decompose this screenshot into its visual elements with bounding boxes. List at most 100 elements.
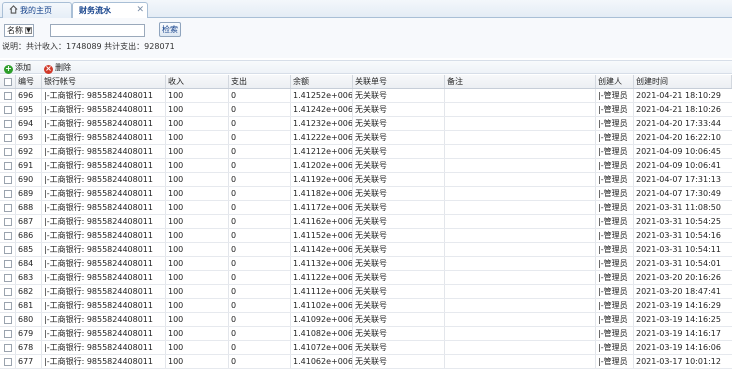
- cell-id: 688: [16, 201, 42, 214]
- field-select[interactable]: 名称 ▼: [4, 24, 34, 37]
- cell-expense: 0: [229, 215, 291, 228]
- table-row[interactable]: 683 |-工商银行: 9855824408011 100 0 1.41122e+006…: [0, 271, 732, 285]
- table-row[interactable]: 684 |-工商银行: 9855824408011 100 0 1.41132e+006…: [0, 257, 732, 271]
- row-checkbox[interactable]: [4, 316, 12, 324]
- cell-creator: |-管理员: [596, 117, 634, 130]
- cell-note: [445, 285, 596, 298]
- cell-created-time: 2021-03-17 10:01:12: [636, 357, 721, 366]
- cell-expense: 0: [229, 313, 291, 326]
- column-header-note[interactable]: 备注: [445, 75, 596, 88]
- cell-note: [445, 103, 596, 116]
- cell-income: 100: [166, 103, 229, 116]
- cell-id: 678: [16, 341, 42, 354]
- table-row[interactable]: 678 |-工商银行: 9855824408011 100 0 1.41072e+006…: [0, 341, 732, 355]
- row-checkbox[interactable]: [4, 344, 12, 352]
- row-checkbox[interactable]: [4, 106, 12, 114]
- close-icon[interactable]: ✕: [136, 3, 144, 18]
- cell-bank-account: |-工商银行: 9855824408011: [42, 131, 166, 144]
- table-row[interactable]: 685 |-工商银行: 9855824408011 100 0 1.41142e+006…: [0, 243, 732, 257]
- row-checkbox-cell: [0, 159, 16, 172]
- cell-bank-account: |-工商银行: 9855824408011: [42, 327, 166, 340]
- cell-expense: 0: [229, 187, 291, 200]
- row-checkbox[interactable]: [4, 190, 12, 198]
- cell-income: 100: [166, 299, 229, 312]
- cell-expense: 0: [229, 229, 291, 242]
- row-checkbox[interactable]: [4, 260, 12, 268]
- column-header-time[interactable]: 创建时间: [634, 75, 732, 88]
- add-label: 添加: [15, 63, 31, 72]
- row-checkbox[interactable]: [4, 176, 12, 184]
- cell-id: 687: [16, 215, 42, 228]
- row-checkbox[interactable]: [4, 120, 12, 128]
- row-checkbox-cell: [0, 201, 16, 214]
- row-checkbox[interactable]: [4, 330, 12, 338]
- cell-balance: 1.41192e+006: [293, 173, 353, 186]
- row-checkbox[interactable]: [4, 92, 12, 100]
- chevron-down-icon[interactable]: ▼: [25, 27, 32, 34]
- table-row[interactable]: 693 |-工商银行: 9855824408011 100 0 1.41222e+006…: [0, 131, 732, 145]
- column-header-id[interactable]: 编号: [16, 75, 42, 88]
- select-all-checkbox[interactable]: [4, 78, 12, 86]
- table-row[interactable]: 682 |-工商银行: 9855824408011 100 0 1.41112e+006…: [0, 285, 732, 299]
- cell-expense: 0: [229, 117, 291, 130]
- table-row[interactable]: 694 |-工商银行: 9855824408011 100 0 1.41232e+006…: [0, 117, 732, 131]
- row-checkbox[interactable]: [4, 302, 12, 310]
- search-button[interactable]: 检索: [159, 22, 181, 37]
- row-checkbox-cell: [0, 355, 16, 368]
- table-row[interactable]: 690 |-工商银行: 9855824408011 100 0 1.41192e+006…: [0, 173, 732, 187]
- table-row[interactable]: 692 |-工商银行: 9855824408011 100 0 1.41212e+006…: [0, 145, 732, 159]
- row-checkbox[interactable]: [4, 204, 12, 212]
- column-header-expense[interactable]: 支出: [229, 75, 291, 88]
- table-row[interactable]: 691 |-工商银行: 9855824408011 100 0 1.41202e+006…: [0, 159, 732, 173]
- table-row[interactable]: 687 |-工商银行: 9855824408011 100 0 1.41162e+006…: [0, 215, 732, 229]
- table-row[interactable]: 681 |-工商银行: 9855824408011 100 0 1.41102e+006…: [0, 299, 732, 313]
- row-checkbox[interactable]: [4, 232, 12, 240]
- cell-created-time: 2021-04-21 18:10:26: [636, 105, 721, 114]
- cell-related-no: 无关联号: [353, 159, 445, 172]
- cell-note: [445, 257, 596, 270]
- table-row[interactable]: 677 |-工商银行: 9855824408011 100 0 1.41062e+006…: [0, 355, 732, 369]
- row-checkbox-cell: [0, 257, 16, 270]
- row-checkbox[interactable]: [4, 358, 12, 366]
- column-header-income[interactable]: 收入: [166, 75, 229, 88]
- column-header-creator[interactable]: 创建人: [596, 75, 634, 88]
- cell-id: 681: [16, 299, 42, 312]
- tab-finance-flow-label: 财务流水: [79, 6, 111, 15]
- row-checkbox[interactable]: [4, 218, 12, 226]
- row-checkbox[interactable]: [4, 148, 12, 156]
- column-header-related[interactable]: 关联单号: [353, 75, 445, 88]
- delete-button[interactable]: × 删除: [44, 62, 71, 74]
- cell-creator: |-管理员: [596, 327, 634, 340]
- search-input[interactable]: [50, 24, 145, 37]
- table-row[interactable]: 688 |-工商银行: 9855824408011 100 0 1.41172e+006…: [0, 201, 732, 215]
- cell-id: 691: [16, 159, 42, 172]
- cell-note: [445, 229, 596, 242]
- column-header-balance[interactable]: 余额: [291, 75, 353, 88]
- tab-finance-flow[interactable]: 财务流水 ✕: [72, 2, 148, 19]
- cell-related-no: 无关联号: [353, 103, 445, 116]
- column-header-bank[interactable]: 银行帐号: [42, 75, 166, 88]
- row-checkbox[interactable]: [4, 134, 12, 142]
- add-button[interactable]: + 添加: [4, 62, 31, 74]
- cell-related-no: 无关联号: [353, 89, 445, 102]
- delete-label: 删除: [55, 63, 71, 72]
- row-checkbox[interactable]: [4, 288, 12, 296]
- tab-home[interactable]: 我的主页: [2, 2, 72, 18]
- cell-created-time: 2021-03-19 14:16:25: [636, 315, 721, 324]
- table-row[interactable]: 680 |-工商银行: 9855824408011 100 0 1.41092e+006…: [0, 313, 732, 327]
- row-checkbox-cell: [0, 341, 16, 354]
- cell-income: 100: [166, 215, 229, 228]
- cell-expense: 0: [229, 285, 291, 298]
- row-checkbox[interactable]: [4, 162, 12, 170]
- table-row[interactable]: 695 |-工商银行: 9855824408011 100 0 1.41242e+006…: [0, 103, 732, 117]
- delete-icon: ×: [44, 64, 53, 74]
- cell-income: 100: [166, 173, 229, 186]
- table-row[interactable]: 686 |-工商银行: 9855824408011 100 0 1.41152e+006…: [0, 229, 732, 243]
- row-checkbox[interactable]: [4, 274, 12, 282]
- table-row[interactable]: 679 |-工商银行: 9855824408011 100 0 1.41082e+006…: [0, 327, 732, 341]
- row-checkbox[interactable]: [4, 246, 12, 254]
- cell-income: 100: [166, 201, 229, 214]
- table-row[interactable]: 689 |-工商银行: 9855824408011 100 0 1.41182e+006…: [0, 187, 732, 201]
- cell-creator: |-管理员: [596, 299, 634, 312]
- table-row[interactable]: 696 |-工商银行: 9855824408011 100 0 1.41252e+006…: [0, 89, 732, 103]
